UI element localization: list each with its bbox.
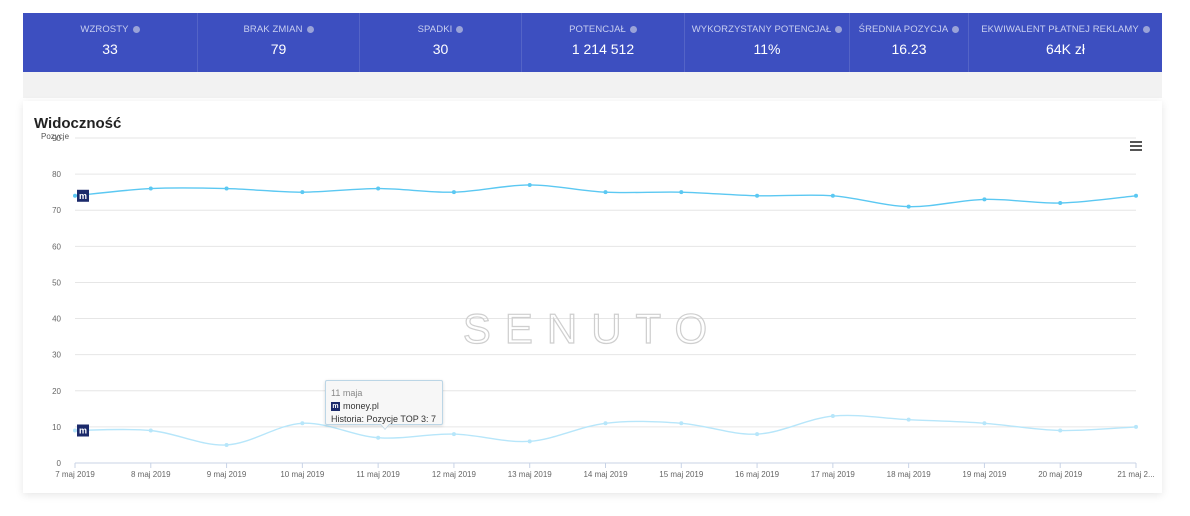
series-point bbox=[73, 193, 77, 198]
x-tick-label: 18 maj 2019 bbox=[887, 470, 932, 479]
stat-label: WYKORZYSTANY POTENCJAŁ bbox=[691, 24, 832, 35]
info-icon[interactable] bbox=[629, 26, 637, 33]
y-tick-label: 30 bbox=[52, 351, 61, 360]
tooltip-date: 11 maja bbox=[331, 388, 363, 398]
series-point bbox=[376, 186, 381, 191]
series-line bbox=[74, 184, 1137, 208]
x-tick-label: 17 maj 2019 bbox=[811, 470, 856, 479]
series-point bbox=[224, 186, 229, 191]
stat-ekwiwalent-platnej-reklamy: EKWIWALENT PŁATNEJ REKLAMY 64K zł bbox=[969, 13, 1162, 72]
stat-value: 1 214 512 bbox=[571, 41, 635, 57]
stat-potencjal: POTENCJAŁ 1 214 512 bbox=[522, 13, 685, 72]
visibility-card: Widoczność 0 10 20 30 40 50 60 70 80 90 Pozycje 7 m… bbox=[23, 101, 1162, 493]
stat-label: SPADKI bbox=[417, 24, 453, 35]
y-axis-label: Pozycje bbox=[41, 132, 70, 141]
x-tick-label: 12 maj 2019 bbox=[432, 470, 477, 479]
x-tick-label: 13 maj 2019 bbox=[508, 470, 553, 479]
chart-tooltip: 11 maja m money.pl Historia: Pozycje TOP … bbox=[325, 380, 443, 430]
series-point bbox=[451, 432, 456, 437]
stat-wzrosty: WZROSTY 33 bbox=[23, 13, 198, 72]
series-point bbox=[527, 439, 532, 444]
x-tick-label: 16 maj 2019 bbox=[735, 470, 780, 479]
x-tick-label: 15 maj 2019 bbox=[659, 470, 704, 479]
series-point bbox=[148, 428, 153, 433]
site-logo-icon: m bbox=[331, 401, 340, 411]
series-point bbox=[73, 428, 77, 433]
series-point bbox=[451, 190, 456, 195]
series-point bbox=[755, 432, 760, 437]
x-tick-label: 19 maj 2019 bbox=[962, 470, 1007, 479]
stat-value: 79 bbox=[270, 41, 287, 57]
stat-label: POTENCJAŁ bbox=[569, 24, 626, 35]
tooltip-history: Historia: Pozycje TOP 3: 7 bbox=[331, 414, 437, 424]
series-point bbox=[906, 204, 911, 209]
stat-label: ŚREDNIA POZYCJA bbox=[858, 24, 949, 35]
series-point bbox=[148, 186, 153, 191]
y-tick-label: 50 bbox=[52, 278, 61, 287]
stat-srednia-pozycja: ŚREDNIA POZYCJA 16.23 bbox=[850, 13, 969, 72]
stat-label: WZROSTY bbox=[80, 24, 129, 35]
info-icon[interactable] bbox=[306, 26, 314, 33]
x-tick-label: 11 maj 2019 bbox=[356, 470, 400, 479]
visibility-chart[interactable]: 0102030405060708090Pozycje7 maj 2019 8 ma… bbox=[23, 101, 1162, 493]
series-badge-label: m bbox=[79, 426, 87, 436]
stat-value: 64K zł bbox=[1046, 41, 1085, 57]
series-point bbox=[224, 442, 229, 447]
series-point bbox=[982, 197, 987, 202]
info-icon[interactable] bbox=[835, 26, 843, 33]
page-background-band bbox=[23, 72, 1162, 98]
x-tick-label: 14 maj 2019 bbox=[583, 470, 628, 479]
series-point bbox=[679, 190, 684, 195]
stat-spadki: SPADKI 30 bbox=[360, 13, 522, 72]
stat-value: 16.23 bbox=[891, 41, 927, 57]
series-point bbox=[830, 193, 835, 198]
hamburger-menu-icon[interactable] bbox=[1130, 141, 1142, 151]
x-tick-label: 10 maj 2019 bbox=[280, 470, 325, 479]
series-point bbox=[603, 190, 608, 195]
info-icon[interactable] bbox=[952, 26, 960, 33]
stat-brak-zmian: BRAK ZMIAN 79 bbox=[198, 13, 360, 72]
series-point bbox=[376, 435, 381, 440]
series-point bbox=[830, 414, 835, 419]
x-tick-label: 7 maj 2019 bbox=[55, 470, 95, 479]
x-tick-label: 8 maj 2019 bbox=[131, 470, 171, 479]
series-badge-label: m bbox=[79, 191, 87, 201]
series-point bbox=[755, 193, 760, 198]
info-icon[interactable] bbox=[456, 26, 464, 33]
stat-wykorzystany-potencjal: WYKORZYSTANY POTENCJAŁ 11% bbox=[685, 13, 850, 72]
senuto-watermark: SENUTO bbox=[463, 305, 721, 352]
x-tick-label: 20 maj 2019 bbox=[1038, 470, 1083, 479]
stat-label: BRAK ZMIAN bbox=[243, 24, 303, 35]
y-tick-label: 20 bbox=[52, 387, 61, 396]
stat-value: 33 bbox=[102, 41, 118, 57]
series-line bbox=[74, 414, 1137, 446]
series-point bbox=[603, 421, 608, 426]
y-tick-label: 80 bbox=[52, 170, 61, 179]
info-icon[interactable] bbox=[132, 26, 140, 33]
series-point bbox=[1058, 201, 1063, 205]
info-icon[interactable] bbox=[1142, 26, 1150, 33]
stat-label: EKWIWALENT PŁATNEJ REKLAMY bbox=[981, 24, 1139, 35]
series-point bbox=[982, 421, 987, 426]
y-tick-label: 10 bbox=[52, 423, 61, 432]
y-tick-label: 0 bbox=[57, 459, 62, 468]
x-tick-label: 9 maj 2019 bbox=[207, 470, 247, 479]
stats-bar: WZROSTY 33 BRAK ZMIAN 79 SPADKI 30 POTEN… bbox=[23, 13, 1162, 72]
series-point bbox=[1134, 424, 1138, 429]
tooltip-site: money.pl bbox=[343, 401, 379, 411]
y-tick-label: 40 bbox=[52, 315, 61, 324]
x-tick-label: 21 maj 2... bbox=[1117, 470, 1154, 479]
series-point bbox=[300, 421, 305, 426]
stat-value: 11% bbox=[753, 41, 781, 57]
series-point bbox=[527, 182, 532, 187]
series-point bbox=[1134, 193, 1138, 198]
series-point bbox=[300, 190, 305, 195]
stat-value: 30 bbox=[432, 41, 449, 57]
series-point bbox=[1058, 428, 1063, 433]
series-point bbox=[906, 417, 911, 422]
series-point bbox=[679, 421, 684, 426]
y-tick-label: 70 bbox=[52, 206, 61, 215]
y-tick-label: 60 bbox=[52, 242, 61, 251]
